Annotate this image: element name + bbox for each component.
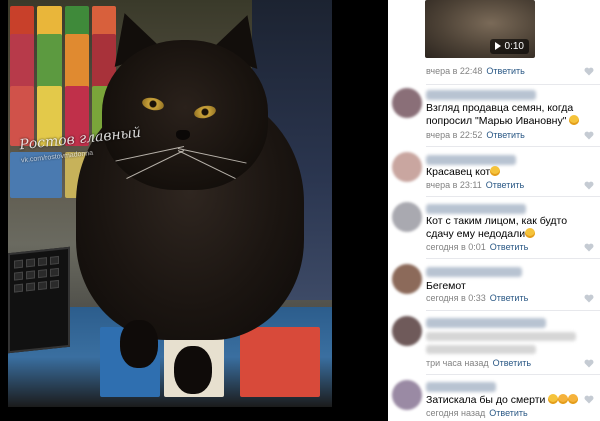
cat-paw-left <box>120 320 158 368</box>
reply-link[interactable]: Ответить <box>490 293 528 303</box>
comment-divider <box>426 374 600 375</box>
video-duration: 0:10 <box>504 41 524 52</box>
comment-text: Бегемот <box>426 280 466 292</box>
heart-eyes-emoji-icon <box>558 394 569 404</box>
blurred-comment-text <box>426 332 576 341</box>
comment-time: три часа назад <box>426 358 489 368</box>
reply-link[interactable]: Ответить <box>486 66 524 76</box>
emoji-icon <box>569 115 580 125</box>
author-name[interactable] <box>426 318 546 328</box>
like-heart-icon[interactable] <box>584 395 594 404</box>
like-heart-icon[interactable] <box>584 181 594 190</box>
play-icon <box>494 42 501 51</box>
heart-eyes-emoji-icon <box>568 394 579 404</box>
seed-packet <box>240 327 320 397</box>
comment-time: сегодня назад <box>426 408 486 418</box>
author-name[interactable] <box>426 204 526 214</box>
comment-meta: вчера в 22:48 Ответить <box>426 66 525 76</box>
comment-time: вчера в 22:52 <box>426 130 483 140</box>
author-name[interactable] <box>426 90 536 100</box>
avatar[interactable] <box>392 264 422 294</box>
reply-link[interactable]: Ответить <box>490 242 528 252</box>
avatar[interactable] <box>392 152 422 182</box>
reply-link[interactable]: Ответить <box>486 130 524 140</box>
cat-nose <box>176 130 190 140</box>
reply-link[interactable]: Ответить <box>486 180 524 190</box>
comment-time: вчера в 22:48 <box>426 66 483 76</box>
comment-text: Кот с таким лицом, как будто сдачу ему н… <box>426 215 568 240</box>
comment-meta: вчера в 22:52 Ответить <box>426 130 525 140</box>
emoji-icon <box>548 394 559 404</box>
comment-time: вчера в 23:11 <box>426 180 482 190</box>
blurred-comment-text <box>426 345 536 354</box>
reply-link[interactable]: Ответить <box>489 408 527 418</box>
comment-time: сегодня в 0:33 <box>426 293 486 303</box>
comment-divider <box>426 310 600 311</box>
comment-meta: сегодня в 0:01 Ответить <box>426 242 528 252</box>
comments-panel: 0:10 вчера в 22:48 Ответить Взгляд продав… <box>388 0 600 421</box>
comment-meta: сегодня в 0:33 Ответить <box>426 293 528 303</box>
comment-meta: три часа назад Ответить <box>426 358 531 368</box>
like-heart-icon[interactable] <box>584 67 594 76</box>
comment-divider <box>426 84 600 85</box>
comment-meta: сегодня назад Ответить <box>426 408 528 418</box>
comment-divider <box>426 196 600 197</box>
like-heart-icon[interactable] <box>584 243 594 252</box>
comment-divider <box>426 258 600 259</box>
video-duration-badge: 0:10 <box>489 39 529 54</box>
comment-text: Затискала бы до смерти <box>426 394 586 407</box>
avatar[interactable] <box>392 380 422 410</box>
author-name[interactable] <box>426 382 496 392</box>
like-heart-icon[interactable] <box>584 294 594 303</box>
comment-divider <box>426 146 600 147</box>
video-thumbnail[interactable]: 0:10 <box>425 0 535 58</box>
comment-text: Красавец кот <box>426 166 586 179</box>
post-photo-pane: Ростов главный vk.com/rostovmadonna <box>0 0 388 421</box>
author-name[interactable] <box>426 267 522 277</box>
author-name[interactable] <box>426 155 516 165</box>
cat-head <box>102 40 268 190</box>
comment-meta: вчера в 23:11 Ответить <box>426 180 524 190</box>
avatar[interactable] <box>392 316 422 346</box>
cat-photo[interactable]: Ростов главный vk.com/rostovmadonna <box>8 0 332 407</box>
emoji-icon <box>525 228 536 238</box>
emoji-icon <box>490 166 501 176</box>
keyboard <box>8 246 70 354</box>
like-heart-icon[interactable] <box>584 131 594 140</box>
comment-time: сегодня в 0:01 <box>426 242 486 252</box>
comment-text: Взгляд продавца семян, когда попросил "М… <box>426 102 586 128</box>
like-heart-icon[interactable] <box>584 359 594 368</box>
cat-paw-right <box>174 346 212 394</box>
avatar[interactable] <box>392 202 422 232</box>
reply-link[interactable]: Ответить <box>493 358 531 368</box>
avatar[interactable] <box>392 88 422 118</box>
